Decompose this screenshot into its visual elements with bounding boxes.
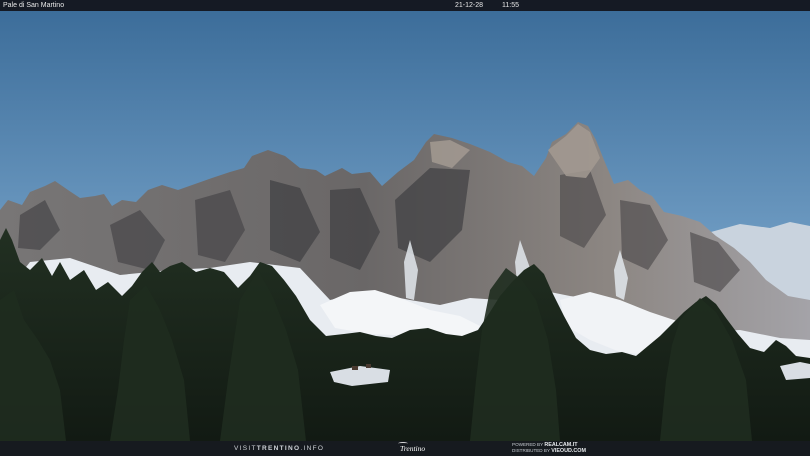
trentino-wordmark: Trentino: [400, 444, 426, 453]
site-suffix: .INFO: [300, 445, 325, 452]
location-label: Pale di San Martino: [3, 2, 65, 9]
top-info-bar: Pale di San Martino 21-12-28 11:55: [0, 0, 810, 11]
date-label: 21-12-28: [455, 2, 484, 9]
hut: [366, 364, 371, 368]
trentino-logo: Trentino: [396, 441, 436, 456]
hut: [352, 366, 358, 370]
bottom-branding-bar: VISITTRENTINO.INFO Trentino POWERED BY R…: [0, 441, 810, 456]
distributed-by-line: DISTRIBUTED BY VIEOUD.COM: [512, 448, 586, 454]
site-main: TRENTINO: [256, 445, 301, 452]
distributed-by-name: VIEOUD.COM: [551, 448, 586, 454]
mountain-landscape-image: [0, 0, 810, 456]
webcam-frame: Pale di San Martino 21-12-28 11:55 VISIT…: [0, 0, 810, 456]
credits: POWERED BY REALCAM.IT DISTRIBUTED BY VIE…: [512, 442, 586, 454]
time-label: 11:55: [502, 2, 519, 9]
site-prefix: VISIT: [234, 445, 257, 452]
site-link[interactable]: VISITTRENTINO.INFO: [234, 441, 324, 456]
